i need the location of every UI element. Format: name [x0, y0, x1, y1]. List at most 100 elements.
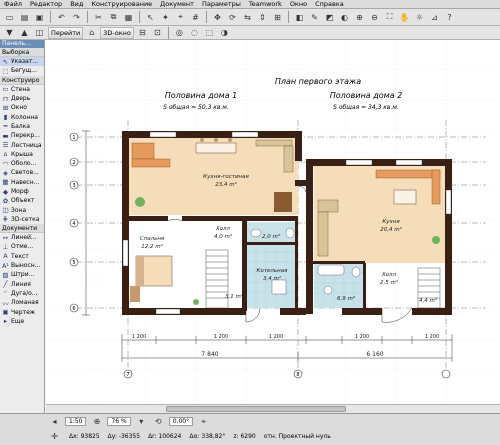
- grid-icon[interactable]: #: [189, 11, 202, 24]
- menu-item[interactable]: Файл: [0, 0, 26, 8]
- measure-icon[interactable]: ⊿: [428, 11, 441, 24]
- zoom-out-icon[interactable]: ⊖: [368, 11, 381, 24]
- suspend-groups-icon[interactable]: ◎: [173, 26, 186, 39]
- floorplan-icon[interactable]: ⌂: [85, 26, 98, 39]
- design-tool[interactable]: ⋕ 3D-сетка: [0, 215, 44, 224]
- elevation-icon[interactable]: ⊡: [151, 26, 164, 39]
- palette-design-section[interactable]: Конструиро: [0, 75, 44, 85]
- design-tool[interactable]: ▮ Колонна: [0, 112, 44, 121]
- chair: [214, 138, 218, 142]
- snap-settings-icon[interactable]: ⌖: [197, 416, 210, 427]
- design-tool[interactable]: ✿ Объект: [0, 196, 44, 205]
- design-tool[interactable]: ◠ Оболо...: [0, 159, 44, 168]
- design-tool[interactable]: ▬ Перекр...: [0, 131, 44, 140]
- design-tool[interactable]: ━ Балка: [0, 122, 44, 131]
- menu-item[interactable]: Справка: [311, 0, 348, 8]
- undo-view-icon[interactable]: ◂: [48, 416, 61, 427]
- design-tool[interactable]: ⌂ Крыша: [0, 150, 44, 159]
- section-icon[interactable]: ⊟: [136, 26, 149, 39]
- cut-icon[interactable]: ✂: [92, 11, 105, 24]
- arrow-icon[interactable]: ↖: [144, 11, 157, 24]
- document-tool[interactable]: A¹ Выносн...: [0, 261, 44, 270]
- document-tool[interactable]: ◜ Дуга/о...: [0, 289, 44, 298]
- angle-field[interactable]: 0,00°: [168, 417, 194, 426]
- menu-item[interactable]: Окно: [286, 0, 311, 8]
- elevate-icon[interactable]: ⇕: [256, 11, 269, 24]
- new-file-icon[interactable]: ▭: [3, 11, 16, 24]
- plant: [193, 299, 199, 305]
- zoom-in-icon[interactable]: ⊕: [353, 11, 366, 24]
- pointer-tool[interactable]: ↖ Указат...: [0, 57, 44, 67]
- palette-document-section[interactable]: Документи: [0, 224, 44, 234]
- mirror-icon[interactable]: ⇆: [241, 11, 254, 24]
- copy-icon[interactable]: ⧉: [107, 11, 120, 24]
- fill-icon[interactable]: ◩: [323, 11, 336, 24]
- design-tool[interactable]: ◈ Светов...: [0, 168, 44, 177]
- room-area: 3,4 m²: [263, 275, 282, 282]
- rotate-icon[interactable]: ⟳: [226, 11, 239, 24]
- redo-icon[interactable]: ↷: [70, 11, 83, 24]
- scrollbar-thumb[interactable]: [166, 406, 346, 412]
- design-tool[interactable]: ⊞ Окно: [0, 103, 44, 112]
- design-tool[interactable]: ☰ Лестница: [0, 140, 44, 149]
- save-icon[interactable]: ▣: [33, 11, 46, 24]
- snap-icon[interactable]: ⌖: [174, 11, 187, 24]
- pen-icon[interactable]: ✎: [308, 11, 321, 24]
- menu-item[interactable]: Вид: [66, 0, 87, 8]
- open-file-icon[interactable]: ▤: [18, 11, 31, 24]
- ghost-icon[interactable]: ◌: [188, 26, 201, 39]
- tool-icon: ✿: [2, 196, 9, 205]
- magic-wand-icon[interactable]: ✦: [159, 11, 172, 24]
- zoom-field[interactable]: 76 %: [107, 417, 131, 426]
- document-tool[interactable]: ⊥ Отме...: [0, 242, 44, 251]
- 3d-window-button[interactable]: 3D-окно: [100, 26, 134, 39]
- nightstand: [130, 286, 140, 302]
- document-tool[interactable]: A Текст: [0, 252, 44, 261]
- document-tool[interactable]: 〰 Ломаная: [0, 298, 44, 307]
- layers-icon[interactable]: ◫: [33, 26, 46, 39]
- menu-item[interactable]: Параметры: [198, 0, 245, 8]
- more-tools[interactable]: ▸ Еще: [0, 317, 44, 326]
- pan-icon[interactable]: ✋: [398, 11, 411, 24]
- menu-item[interactable]: Документ: [156, 0, 198, 8]
- document-tool[interactable]: ▨ Штри...: [0, 270, 44, 279]
- menu-item[interactable]: Конструирование: [87, 0, 156, 8]
- palette-title[interactable]: Панель...: [0, 40, 44, 48]
- fit-icon[interactable]: ⛶: [383, 11, 396, 24]
- offset-icon[interactable]: ⊞: [271, 11, 284, 24]
- navigate-button[interactable]: Перейти: [48, 26, 84, 39]
- document-tool[interactable]: ╱ Линия: [0, 280, 44, 289]
- hide-icon[interactable]: ◑: [218, 26, 231, 39]
- menu-item[interactable]: Teamwork: [245, 0, 286, 8]
- wireframe-icon[interactable]: ⬚: [203, 26, 216, 39]
- design-tool[interactable]: ▭ Стена: [0, 85, 44, 94]
- more-tools-label: Еще: [11, 317, 25, 325]
- floor-up-icon[interactable]: ▲: [18, 26, 31, 39]
- marquee-tool[interactable]: ⬚ Бегущ...: [0, 66, 44, 75]
- orbit-icon[interactable]: ☼: [413, 11, 426, 24]
- zoom-dropdown-icon[interactable]: ▾: [135, 416, 148, 427]
- layer-icon[interactable]: ◧: [293, 11, 306, 24]
- design-tool[interactable]: ◆ Морф: [0, 187, 44, 196]
- floor-down-icon[interactable]: ▼: [3, 26, 16, 39]
- rotate-view-icon[interactable]: ⟲: [152, 416, 165, 427]
- table: [393, 189, 417, 205]
- paste-icon[interactable]: ▦: [122, 11, 135, 24]
- drawing-canvas[interactable]: План первого этажа Половина дома 1 S общ…: [46, 40, 500, 404]
- document-tool[interactable]: ▣ Чертеж: [0, 307, 44, 316]
- zoom-icon[interactable]: ⊕: [90, 416, 103, 427]
- design-tool[interactable]: ⊓ Дверь: [0, 94, 44, 103]
- design-tool[interactable]: ◫ Зона: [0, 205, 44, 214]
- scale-field[interactable]: 1:50: [65, 417, 87, 426]
- tool-label: Морф: [11, 188, 29, 195]
- horizontal-scrollbar[interactable]: [46, 404, 500, 413]
- drag-icon[interactable]: ✥: [211, 11, 224, 24]
- design-tool[interactable]: ▦ Навесн...: [0, 178, 44, 187]
- dimension-labels: 1 200 1 200 1 200 1 200 1 200 7 840 6 16…: [132, 334, 439, 358]
- document-tool[interactable]: ↔ Линей...: [0, 233, 44, 242]
- undo-icon[interactable]: ↶: [55, 11, 68, 24]
- palette-select-section[interactable]: Выборка: [0, 48, 44, 57]
- help-icon[interactable]: ?: [443, 11, 456, 24]
- menu-item[interactable]: Редактор: [26, 0, 66, 8]
- trace-icon[interactable]: ◐: [338, 11, 351, 24]
